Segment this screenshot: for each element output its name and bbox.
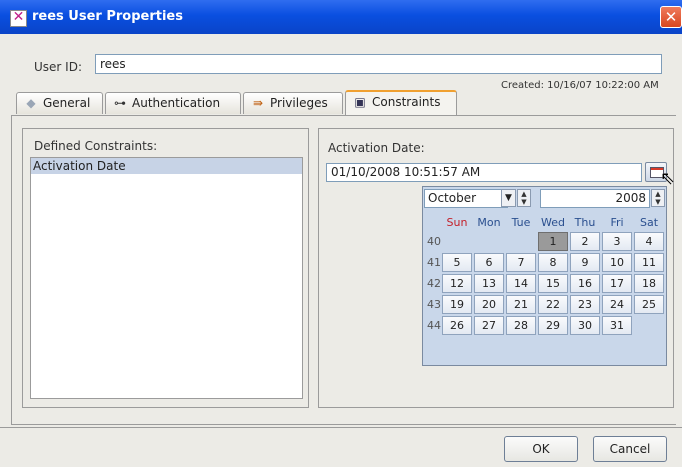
calendar-day[interactable]: 10 (602, 253, 632, 272)
tab-general-label: General (43, 96, 91, 110)
calendar-day[interactable]: 4 (634, 232, 664, 251)
ok-button[interactable]: OK (504, 436, 578, 462)
week-number: 41 (427, 256, 441, 269)
tab-constraints[interactable]: ▣ Constraints (345, 90, 457, 115)
general-icon: ◆ (26, 96, 36, 110)
constraints-icon: ▣ (354, 95, 366, 109)
weekday-label: Fri (610, 216, 624, 229)
defined-constraints-group: Defined Constraints: Activation Date (22, 128, 309, 408)
year-spinner[interactable]: ▲ ▼ (651, 189, 665, 207)
weekday-label: Sat (639, 216, 659, 229)
calendar-day[interactable]: 29 (538, 316, 568, 335)
month-spinner[interactable]: ▲ ▼ (517, 189, 531, 207)
title-bar[interactable]: ✕ rees User Properties ✕ (0, 0, 682, 34)
year-field[interactable]: 2008 (540, 189, 650, 208)
window-title: rees User Properties (32, 9, 183, 24)
calendar-day[interactable]: 30 (570, 316, 600, 335)
calendar-day[interactable]: 15 (538, 274, 568, 293)
calendar-day[interactable]: 27 (474, 316, 504, 335)
tab-authentication[interactable]: ⊶ Authentication (105, 92, 241, 114)
user-id-label: User ID: (34, 60, 82, 74)
calendar-day[interactable]: 26 (442, 316, 472, 335)
calendar-day[interactable]: 17 (602, 274, 632, 293)
weekday-label: Tue (511, 216, 531, 229)
calendar-day[interactable]: 25 (634, 295, 664, 314)
tab-privileges[interactable]: ⇛ Privileges (243, 92, 343, 114)
created-timestamp: Created: 10/16/07 10:22:00 AM (501, 80, 659, 91)
weekday-label: Thu (574, 216, 596, 229)
activation-date-field[interactable]: 01/10/2008 10:51:57 AM (326, 163, 642, 182)
calendar-day[interactable]: 28 (506, 316, 536, 335)
calendar-day[interactable]: 18 (634, 274, 664, 293)
tab-privileges-label: Privileges (270, 96, 328, 110)
weekday-label: Wed (541, 216, 565, 229)
tab-authentication-label: Authentication (132, 96, 221, 110)
user-properties-dialog: ✕ rees User Properties ✕ User ID: rees C… (0, 0, 682, 467)
calendar-day[interactable]: 16 (570, 274, 600, 293)
activation-date-label: Activation Date: (328, 141, 425, 155)
cancel-button[interactable]: Cancel (593, 436, 667, 462)
week-number: 43 (427, 298, 441, 311)
calendar-day[interactable]: 7 (506, 253, 536, 272)
key-icon: ⊶ (114, 96, 126, 110)
calendar-day[interactable]: 5 (442, 253, 472, 272)
calendar-day[interactable]: 31 (602, 316, 632, 335)
weekday-label: Mon (477, 216, 501, 229)
app-logo-icon: ✕ (10, 10, 27, 27)
calendar-day[interactable]: 24 (602, 295, 632, 314)
tab-general[interactable]: ◆ General (16, 92, 103, 114)
calendar-day[interactable]: 13 (474, 274, 504, 293)
calendar-day[interactable]: 1 (538, 232, 568, 251)
close-icon[interactable]: ✕ (660, 6, 682, 28)
privileges-icon: ⇛ (252, 96, 264, 110)
week-number: 42 (427, 277, 441, 290)
tab-constraints-label: Constraints (372, 95, 441, 109)
calendar-popup: October ▼ ▲ ▼ 2008 ▲ ▼ Sun Mon Tue Wed Thu Fri S… (422, 186, 667, 366)
constraints-list[interactable]: Activation Date (30, 157, 303, 399)
calendar-day[interactable]: 11 (634, 253, 664, 272)
month-select[interactable]: October (424, 189, 508, 208)
list-item[interactable]: Activation Date (31, 158, 302, 174)
calendar-day[interactable]: 21 (506, 295, 536, 314)
defined-constraints-label: Defined Constraints: (34, 139, 158, 153)
week-number: 40 (427, 235, 441, 248)
calendar-day[interactable]: 8 (538, 253, 568, 272)
calendar-day[interactable]: 9 (570, 253, 600, 272)
calendar-day[interactable]: 2 (570, 232, 600, 251)
calendar-day[interactable]: 12 (442, 274, 472, 293)
weekday-label: Sun (446, 216, 468, 229)
calendar-day[interactable]: 22 (538, 295, 568, 314)
footer-divider (0, 427, 682, 428)
week-number: 44 (427, 319, 441, 332)
calendar-day[interactable]: 3 (602, 232, 632, 251)
chevron-down-icon[interactable]: ▼ (501, 189, 516, 207)
calendar-day[interactable]: 6 (474, 253, 504, 272)
calendar-day[interactable]: 20 (474, 295, 504, 314)
calendar-day[interactable]: 23 (570, 295, 600, 314)
calendar-day[interactable]: 19 (442, 295, 472, 314)
calendar-day[interactable]: 14 (506, 274, 536, 293)
user-id-field[interactable]: rees (95, 54, 662, 74)
